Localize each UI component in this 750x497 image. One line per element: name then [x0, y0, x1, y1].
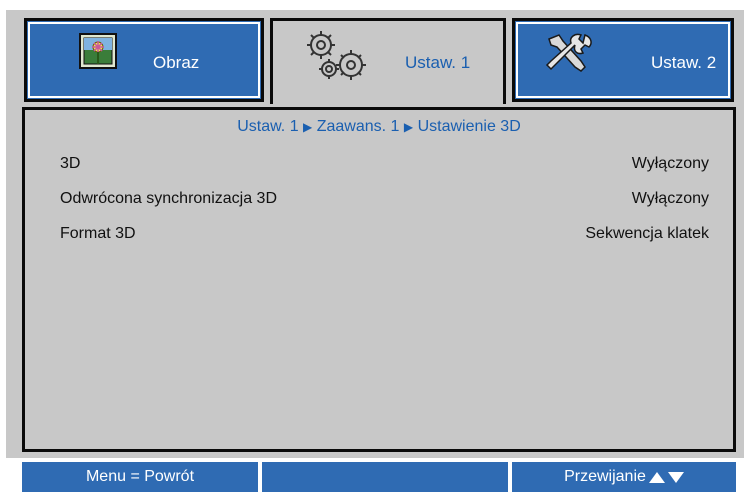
setting-row-3d[interactable]: 3D Wyłączony [60, 153, 709, 175]
settings-panel: Ustaw. 1 ▶ Zaawans. 1 ▶ Ustawienie 3D 3D… [22, 107, 736, 452]
tab-ustaw2-label: Ustaw. 2 [651, 53, 717, 72]
setting-label: Odwrócona synchronizacja 3D [60, 190, 277, 207]
tab-obraz[interactable]: Obraz [24, 18, 264, 102]
arrow-down-icon [667, 471, 684, 483]
setting-value[interactable]: Sekwencja klatek [585, 225, 709, 243]
gears-icon [305, 29, 367, 83]
chevron-right-icon: ▶ [403, 120, 414, 134]
setting-value[interactable]: Wyłączony [632, 155, 709, 173]
setting-row-3d-format[interactable]: Format 3D Sekwencja klatek [60, 223, 709, 245]
footer-right-label: Przewijanie [564, 468, 646, 485]
tab-obraz-label: Obraz [153, 53, 200, 72]
setting-label: 3D [60, 155, 81, 172]
setting-row-3d-sync-invert[interactable]: Odwrócona synchronizacja 3D Wyłączony [60, 188, 709, 210]
setting-label: Format 3D [60, 225, 136, 242]
tab-ustaw2[interactable]: Ustaw. 2 [512, 18, 734, 102]
breadcrumb-part3: Ustawienie 3D [417, 118, 521, 135]
setting-value[interactable]: Wyłączony [632, 190, 709, 208]
breadcrumb: Ustaw. 1 ▶ Zaawans. 1 ▶ Ustawienie 3D [25, 118, 733, 136]
tools-icon [541, 31, 595, 75]
projector-osd-menu: Obraz Ustaw. 1 Ustaw. 2 Ustaw. 1 ▶ Zaawa… [0, 0, 750, 497]
breadcrumb-part1: Ustaw. 1 [237, 118, 299, 135]
arrow-up-icon [648, 471, 665, 483]
chevron-right-icon: ▶ [303, 120, 313, 134]
footer-middle [262, 462, 508, 492]
footer-left-label: Menu = Powrót [85, 468, 195, 485]
image-icon [79, 33, 117, 69]
tab-ustaw1-label: Ustaw. 1 [405, 53, 471, 72]
breadcrumb-part2: Zaawans. 1 [316, 118, 400, 135]
footer-scroll-hint: Przewijanie [512, 462, 736, 492]
footer-menu-back: Menu = Powrót [22, 462, 258, 492]
tab-ustaw1[interactable]: Ustaw. 1 [270, 18, 506, 110]
